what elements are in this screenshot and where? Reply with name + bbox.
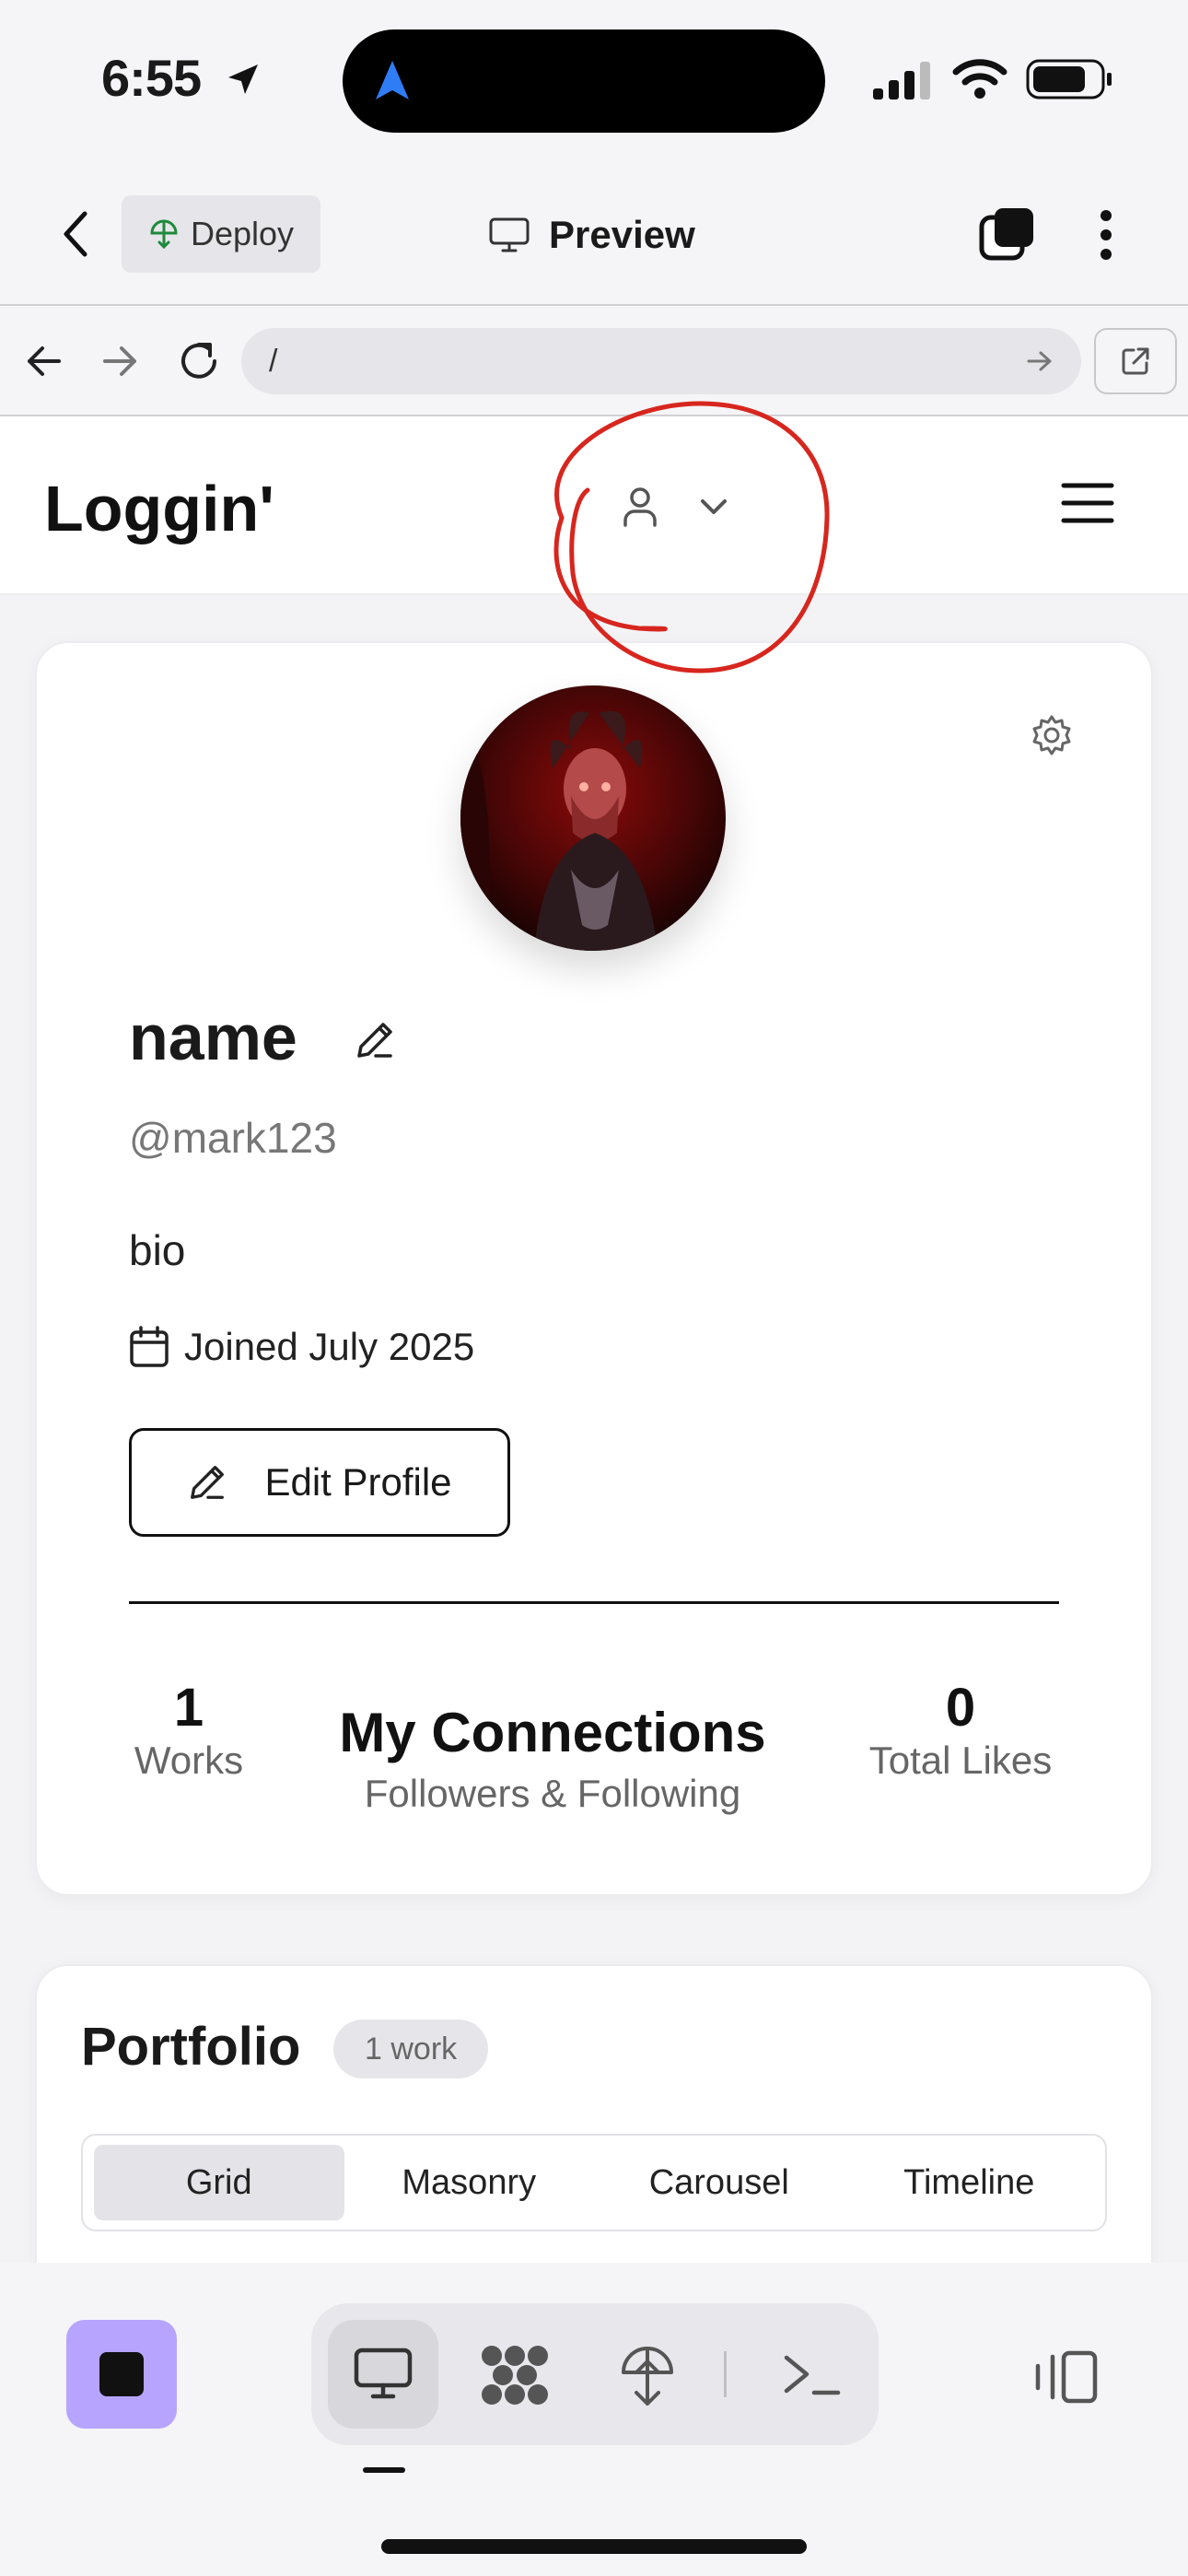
avatar [460,685,726,951]
hamburger-menu-icon[interactable] [1061,481,1114,525]
joined-date: Joined July 2025 [129,1325,474,1369]
tabs-icon[interactable] [978,205,1037,262]
location-arrow-icon [228,64,258,94]
reload-icon[interactable] [177,339,221,383]
desktop-preview-tool[interactable] [328,2320,438,2429]
user-handle: @mark123 [129,1114,337,1162]
url-text: / [269,343,278,379]
site-logo[interactable]: Loggin' [44,472,274,545]
status-time: 6:55 [101,49,202,107]
display-name: name [129,1001,297,1073]
settings-gear-icon[interactable] [1030,713,1074,757]
calendar-icon [130,1326,169,1367]
terminal-icon [784,2355,841,2395]
stat-likes[interactable]: 0 Total Likes [845,1677,1076,1783]
stat-works[interactable]: 1 Works [111,1677,267,1783]
edit-profile-label: Edit Profile [264,1460,452,1504]
user-bio: bio [129,1226,186,1274]
works-label: Works [134,1739,244,1782]
desktop-icon [354,2348,413,2399]
external-link-icon [1122,347,1149,375]
connections-title: My Connections [339,1702,766,1763]
view-mode-tabs: Grid Masonry Carousel Timeline [81,2134,1107,2231]
toolbar-separator [724,2351,727,2397]
deploy-button[interactable]: Deploy [122,195,320,273]
preview-title: Preview [488,205,695,265]
browser-forward-icon[interactable] [101,343,140,380]
edit-profile-button[interactable]: Edit Profile [129,1428,510,1537]
stop-icon [99,2352,144,2396]
deploy-icon [150,219,178,250]
edit-name-pencil-icon[interactable] [354,1019,396,1061]
panel-toggle-icon [1035,2350,1098,2404]
tab-carousel[interactable]: Carousel [594,2145,844,2220]
works-count: 1 [173,1678,204,1738]
pencil-icon [191,1466,225,1499]
navigation-arrow-icon [376,61,409,100]
active-tool-indicator [363,2467,405,2473]
workspace-tool[interactable] [473,2336,556,2414]
tab-grid[interactable]: Grid [94,2145,344,2220]
deploy-tool-icon [622,2347,673,2406]
deploy-tool[interactable] [611,2336,683,2414]
open-external-button[interactable] [1094,328,1177,394]
go-icon[interactable] [1026,349,1054,373]
url-field[interactable]: / [241,328,1081,394]
profile-divider [129,1601,1059,1604]
terminal-tool[interactable] [770,2336,853,2414]
portfolio-title: Portfolio [81,2017,301,2077]
deploy-label: Deploy [190,215,295,252]
workspace-icon [482,2346,548,2405]
more-icon[interactable] [1098,208,1114,262]
back-arrow-icon[interactable] [57,208,94,260]
avatar-image [460,685,726,951]
dynamic-island [343,29,825,133]
preview-label: Preview [549,213,695,256]
work-count-badge: 1 work [333,2020,489,2078]
home-indicator [381,2539,807,2554]
connections-subtitle: Followers & Following [364,1772,741,1815]
red-circle-annotation [553,401,830,673]
tab-timeline[interactable]: Timeline [844,2145,1095,2220]
browser-back-icon[interactable] [24,343,63,380]
stat-connections[interactable]: My Connections Followers & Following [313,1701,792,1816]
cellular-signal-icon [873,62,930,100]
monitor-icon [489,217,530,252]
wifi-icon [952,59,1007,99]
panel-toggle[interactable] [1028,2340,1105,2414]
battery-icon [1026,59,1112,100]
joined-text: Joined July 2025 [184,1325,475,1368]
tab-masonry[interactable]: Masonry [344,2145,595,2220]
stop-button[interactable] [66,2320,177,2429]
likes-count: 0 [945,1678,976,1738]
likes-label: Total Likes [868,1739,1053,1782]
